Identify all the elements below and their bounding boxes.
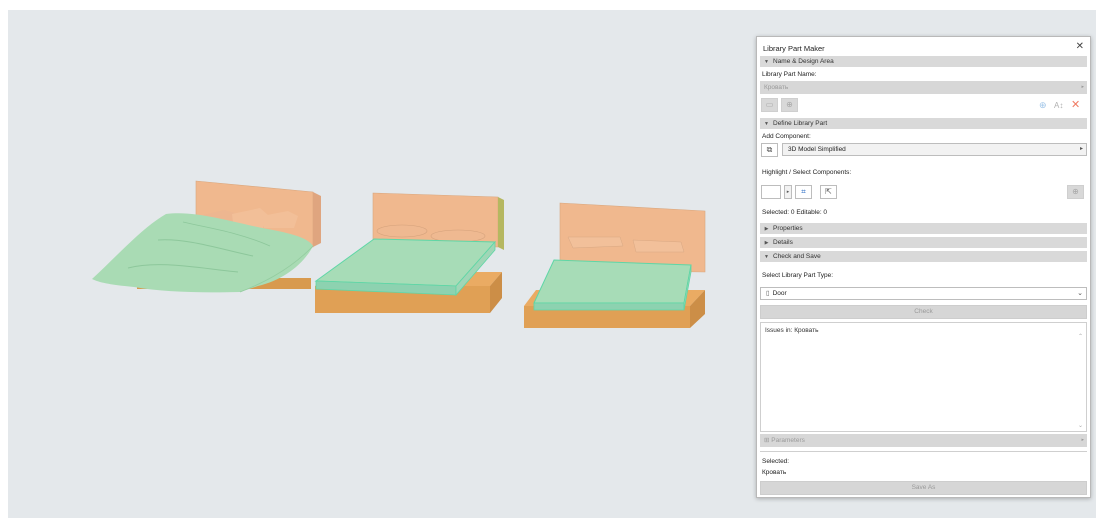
component-type-dropdown[interactable]: 3D Model Simplified ▸ [782,143,1087,156]
section-details[interactable]: ▶ Details [760,237,1087,248]
save-as-button[interactable]: Save As [760,481,1087,495]
field-arrow-icon: ▸ [1081,437,1084,443]
add-icon[interactable]: ⊕ [1039,100,1047,111]
close-icon[interactable]: ✕ [1076,41,1084,52]
check-button[interactable]: Check [760,305,1087,319]
issues-text-area[interactable]: Issues in: Кровать ⌃ ⌄ [760,322,1087,432]
parameters-field[interactable]: ⊞ Parameters ▸ [760,434,1087,447]
expand-arrow-icon: ▶ [764,226,769,232]
delete-icon[interactable]: ✕ [1071,98,1080,111]
library-part-maker-panel: Library Part Maker ✕ ▼ Name & Design Area… [756,36,1091,498]
component-pick-icon[interactable]: ⧉ [761,143,778,157]
highlight-select-label: Highlight / Select Components: [762,169,852,176]
define-area-button[interactable]: ▭ [761,98,778,112]
door-icon: ▯ [766,290,770,297]
select-component-icon[interactable]: ⌗ [795,185,812,199]
part-type-label: Select Library Part Type: [762,272,834,279]
library-part-name-field[interactable]: Кровать ▸ [760,81,1087,94]
collapse-arrow-icon: ▼ [764,59,769,65]
scroll-up-icon[interactable]: ⌃ [1078,333,1083,340]
section-check-and-save[interactable]: ▼ Check and Save [760,251,1087,262]
component-index-field[interactable] [761,185,781,199]
bed-3-model[interactable] [524,202,706,328]
chevron-down-icon: ⌄ [1077,290,1083,297]
selected-label: Selected: [762,458,790,465]
add-component-label: Add Component: [762,133,811,140]
section-properties[interactable]: ▶ Properties [760,223,1087,234]
index-arrow-icon[interactable]: ▸ [784,185,792,199]
bed-1-model[interactable] [92,180,321,293]
zoom-area-button[interactable]: ⊕ [781,98,798,112]
selected-value: Кровать [762,469,787,476]
field-arrow-icon: ▸ [1081,84,1084,90]
issues-text: Issues in: Кровать [765,327,819,334]
expand-arrow-icon: ▶ [764,240,769,246]
zoom-component-icon[interactable]: ⊕ [1067,185,1084,199]
library-part-name-label: Library Part Name: [762,71,817,78]
scroll-down-icon[interactable]: ⌄ [1078,422,1083,429]
pick-component-icon[interactable]: ⇱ [820,185,837,199]
rename-icon[interactable]: A↕ [1054,101,1063,110]
panel-title: Library Part Maker [763,44,825,53]
bed-2-model[interactable] [314,192,504,313]
part-type-dropdown[interactable]: ▯ Door ⌄ [760,287,1087,300]
dropdown-arrow-icon: ▸ [1079,146,1083,152]
collapse-arrow-icon: ▼ [764,121,769,127]
divider [760,451,1087,452]
section-define-library-part[interactable]: ▼ Define Library Part [760,118,1087,129]
section-name-design-area[interactable]: ▼ Name & Design Area [760,56,1087,67]
selected-editable-text: Selected: 0 Editable: 0 [762,209,828,216]
collapse-arrow-icon: ▼ [764,254,769,260]
